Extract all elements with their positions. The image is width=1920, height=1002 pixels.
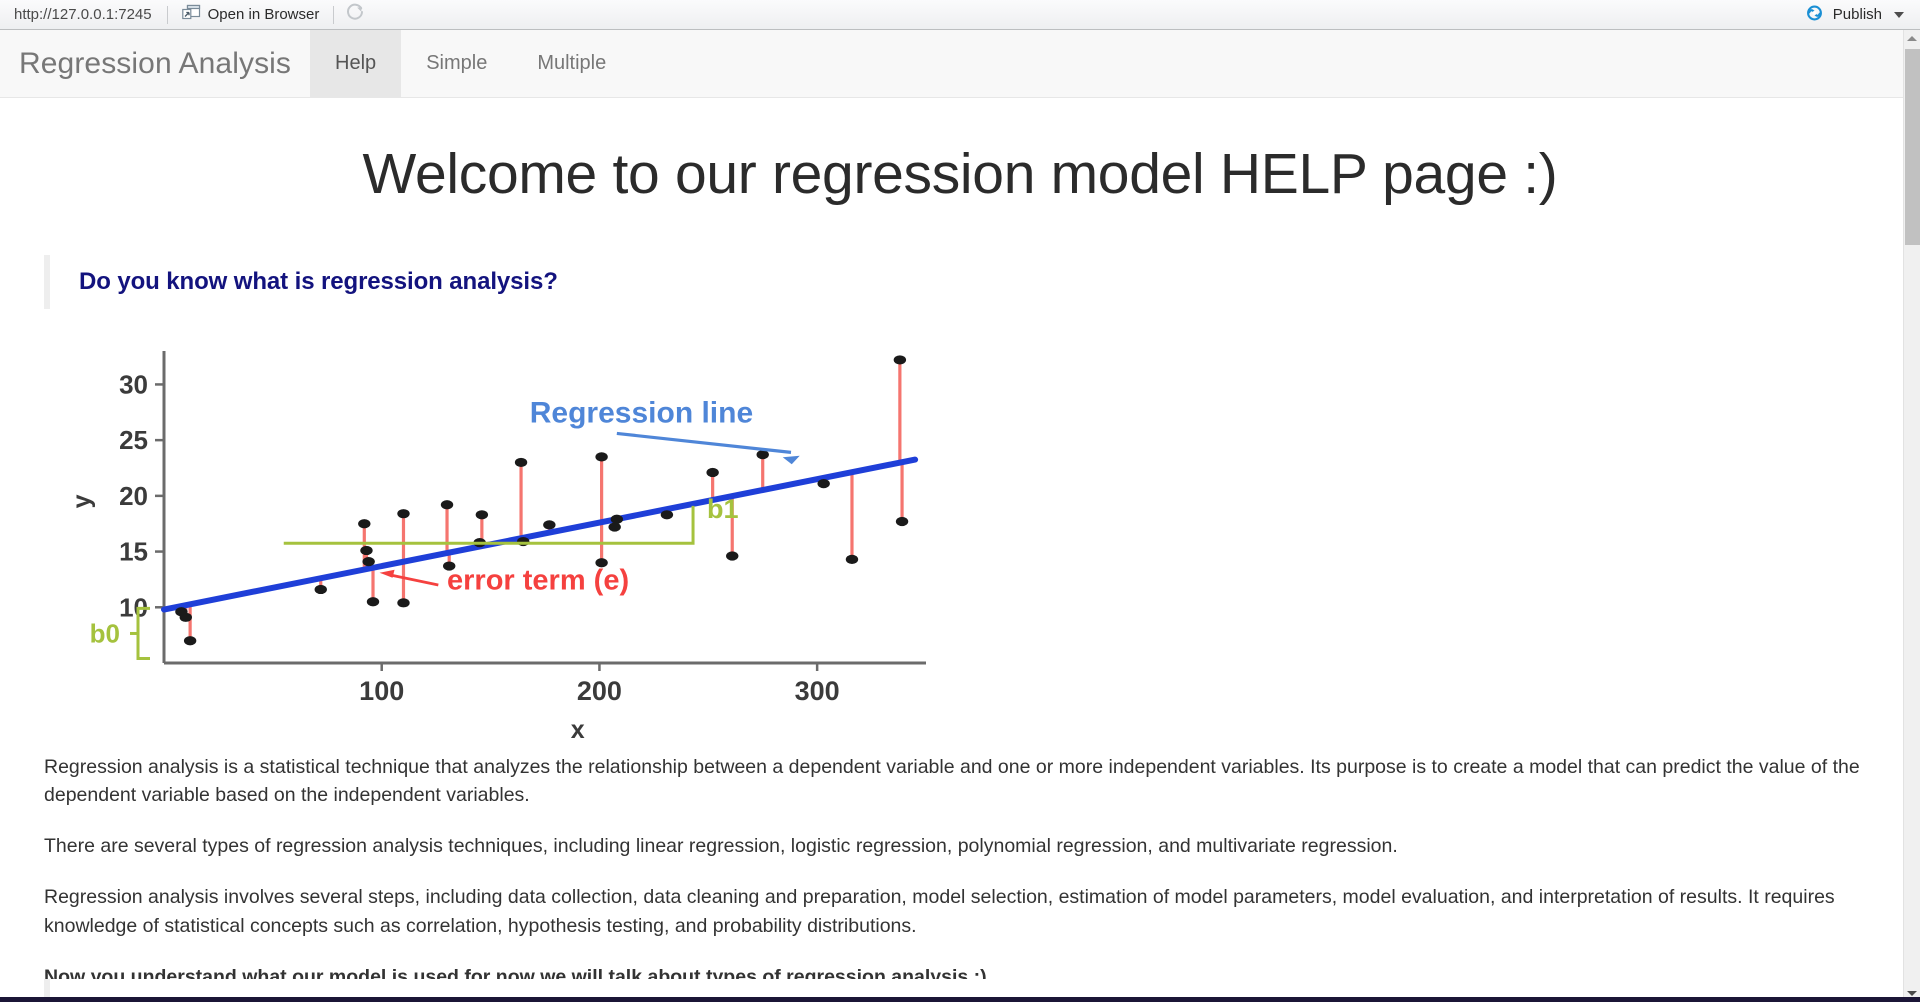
scroll-up-button[interactable] [1904,30,1920,47]
toolbar-divider-2 [333,5,335,24]
toolbar-divider [166,5,168,24]
x-tick-label: 100 [359,676,404,706]
publish-icon [1804,4,1825,26]
section-heading: Do you know what is regression analysis? [79,267,558,295]
data-point [440,499,454,509]
data-point [397,597,410,607]
data-point [756,449,769,459]
data-point [362,556,375,566]
data-point [179,612,192,622]
navbar-brand[interactable]: Regression Analysis [0,30,310,97]
error-term-arrowhead [379,569,395,578]
open-in-browser-button[interactable]: Open in Browser [170,1,332,29]
chevron-down-icon[interactable] [1894,11,1904,18]
viewer-toolbar: http://127.0.0.1:7245 Open in Browser Pu… [0,0,1920,30]
data-point [314,584,327,594]
data-point [895,516,909,526]
data-point [360,545,373,555]
error-term-label: error term (e) [447,564,629,596]
data-point [514,457,528,467]
data-point [358,518,371,528]
data-point [845,554,859,564]
blockquote-border-tail [44,979,50,997]
data-point [517,536,530,546]
section-blockquote: Do you know what is regression analysis? [44,254,1876,309]
paragraph-2: There are several types of regression an… [44,835,1398,858]
page-title: Welcome to our regression model HELP pag… [362,142,1558,206]
x-tick-label: 300 [795,676,840,706]
regression-line-arrowhead [782,455,800,464]
tab-simple[interactable]: Simple [401,30,512,97]
publish-button[interactable]: Publish [1796,1,1914,29]
paragraph-1: Regression analysis is a statistical tec… [44,755,1860,807]
y-tick-label: 20 [119,480,148,510]
app-viewport: Regression Analysis Help Simple Multiple… [0,30,1920,1002]
publish-label: Publish [1832,6,1882,23]
tab-multiple[interactable]: Multiple [512,30,631,97]
data-point [366,596,380,606]
b1-slope-triangle [283,505,695,545]
page-bottom-whitespace [0,979,1903,997]
page-content: Welcome to our regression model HELP pag… [0,142,1920,992]
chevron-down-icon-scroll [1907,991,1917,996]
data-point [543,519,556,529]
data-point [726,550,739,561]
regression-chart-svg: 1015202530100 200 300xyb0b1Regression line… [68,350,926,743]
window-bottom-bar [0,997,1920,1002]
app-navbar: Regression Analysis Help Simple Multiple [0,30,1920,98]
x-tick-label: 200 [577,676,622,706]
data-point [397,508,410,518]
data-point [660,509,674,519]
navbar-tabs: Help Simple Multiple [310,30,631,97]
chevron-up-icon [1907,36,1917,41]
scrollbar-thumb[interactable] [1905,49,1920,245]
viewer-url: http://127.0.0.1:7245 [14,6,152,23]
b1-label: b1 [707,494,739,524]
body-paragraphs: Regression analysis is a statistical tec… [44,753,1876,992]
data-point [608,522,621,532]
b0-label: b0 [90,618,120,648]
paragraph-3: Regression analysis involves several ste… [44,886,1835,937]
refresh-icon [345,2,365,27]
vertical-scrollbar[interactable] [1903,30,1920,1002]
data-point [183,635,197,645]
data-point [595,451,608,462]
regression-line-arrow [616,431,792,454]
regression-diagram: 10 15 20 25 30 100 200 300 x y b0 b1 Regression line… [46,333,946,743]
y-tick-label: 30 [119,369,148,399]
data-point [475,509,489,519]
open-in-browser-label: Open in Browser [207,6,320,23]
data-point [893,354,907,365]
regression-line-label: Regression line [530,396,753,429]
external-window-icon [181,4,201,25]
data-point [610,514,624,524]
y-axis-label: y [68,494,96,508]
refresh-button[interactable] [336,1,374,29]
data-point [706,467,719,477]
y-tick-label: 15 [119,536,148,566]
tab-help[interactable]: Help [310,30,402,97]
x-axis-label: x [571,716,585,743]
y-tick-label: 25 [119,425,148,455]
data-point [817,478,830,488]
error-term-arrow [390,573,439,586]
